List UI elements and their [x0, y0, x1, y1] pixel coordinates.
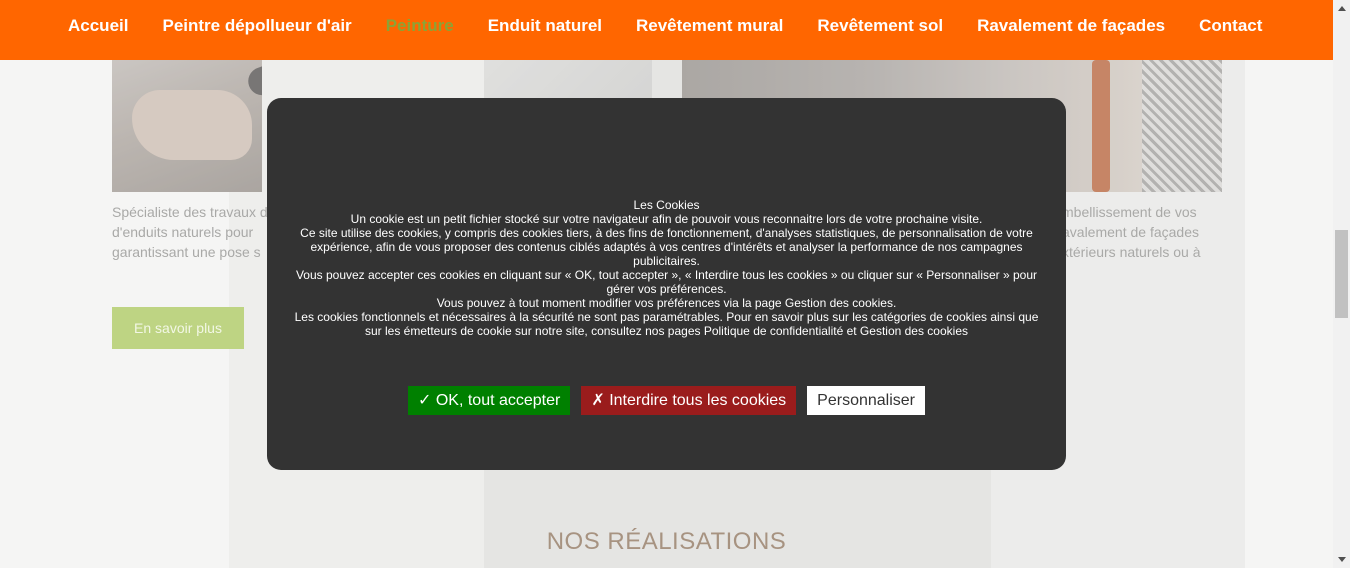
cookie-paragraph: Un cookie est un petit fichier stocké su… [350, 212, 983, 226]
cookie-button-row: ✓ OK, tout accepter ✗ Interdire tous les… [267, 386, 1066, 415]
nav-item-peinture[interactable]: Peinture [369, 0, 471, 36]
main-navigation: Accueil Peintre dépollueur d'air Peintur… [0, 0, 1333, 60]
scroll-up-arrow-icon[interactable] [1333, 0, 1350, 17]
cookie-paragraph: Vous pouvez à tout moment modifier vos p… [436, 296, 897, 310]
page-scrollbar[interactable] [1333, 0, 1350, 568]
customize-cookies-button[interactable]: Personnaliser [807, 386, 925, 415]
cookie-paragraph: Ce site utilise des cookies, y compris d… [300, 226, 1033, 268]
nav-item-revetement-sol[interactable]: Revêtement sol [800, 0, 960, 36]
cookie-paragraph: Les cookies fonctionnels et nécessaires … [294, 310, 1039, 338]
nav-item-contact[interactable]: Contact [1182, 0, 1279, 36]
cookie-text-block: Les Cookies Un cookie est un petit fichi… [289, 198, 1044, 338]
cookie-consent-dialog: Les Cookies Un cookie est un petit fichi… [267, 98, 1066, 470]
nav-item-accueil[interactable]: Accueil [51, 0, 145, 36]
scrollbar-thumb[interactable] [1335, 230, 1348, 318]
nav-item-revetement-mural[interactable]: Revêtement mural [619, 0, 800, 36]
deny-all-cookies-button[interactable]: ✗ Interdire tous les cookies [581, 386, 797, 415]
nav-item-ravalement-facades[interactable]: Ravalement de façades [960, 0, 1182, 36]
scroll-down-arrow-icon[interactable] [1333, 551, 1350, 568]
nav-item-enduit-naturel[interactable]: Enduit naturel [471, 0, 619, 36]
cookie-paragraph: Vous pouvez accepter ces cookies en cliq… [295, 268, 1038, 296]
accept-all-cookies-button[interactable]: ✓ OK, tout accepter [407, 386, 571, 415]
nav-item-peintre-depollueur[interactable]: Peintre dépollueur d'air [145, 0, 368, 36]
cookie-title: Les Cookies [633, 198, 700, 212]
